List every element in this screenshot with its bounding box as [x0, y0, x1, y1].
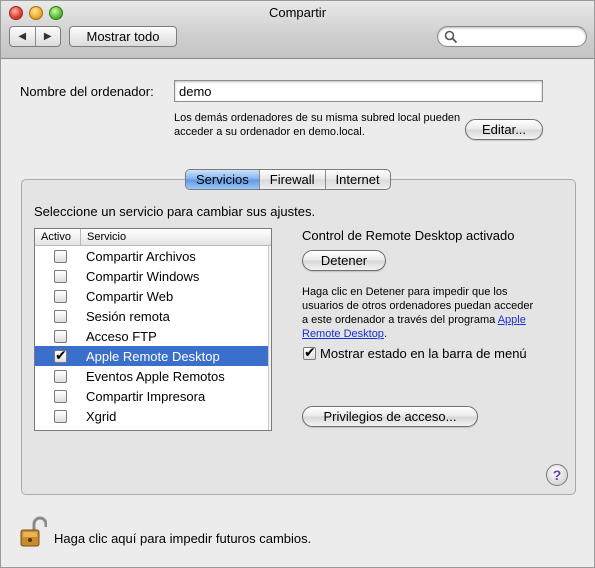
help-button[interactable]: ? — [546, 464, 568, 486]
service-name: Compartir Windows — [86, 268, 200, 284]
service-row[interactable]: Compartir Windows — [35, 266, 271, 286]
back-button[interactable]: ◀ — [10, 27, 35, 46]
sharing-window: Compartir ◀ ▶ Mostrar todo Nombre del or… — [0, 0, 595, 568]
service-row[interactable]: Compartir Web — [35, 286, 271, 306]
service-row[interactable]: Compartir Archivos — [35, 246, 271, 266]
service-row[interactable]: Sesión remota — [35, 306, 271, 326]
service-name: Sesión remota — [86, 308, 170, 324]
service-name: Xgrid — [86, 408, 117, 424]
tab-internet[interactable]: Internet — [324, 170, 390, 189]
service-checkbox[interactable] — [54, 329, 67, 343]
help-period: . — [383, 328, 387, 340]
back-forward-control: ◀ ▶ — [9, 26, 61, 47]
service-name: Compartir Impresora — [86, 388, 206, 404]
window-title: Compartir — [268, 5, 327, 20]
remote-desktop-status: Control de Remote Desktop activado — [302, 228, 515, 243]
service-row[interactable]: Compartir Impresora — [35, 386, 271, 406]
service-name: Eventos Apple Remotos — [86, 368, 225, 384]
service-name: Compartir Archivos — [86, 248, 196, 264]
service-checkbox[interactable] — [54, 269, 67, 283]
tab-firewall[interactable]: Firewall — [258, 170, 325, 189]
column-header-service[interactable]: Servicio — [81, 229, 271, 245]
remote-desktop-help: Haga clic en Detener para impedir que lo… — [302, 285, 542, 341]
service-name: Acceso FTP — [86, 328, 157, 344]
lock-open-icon[interactable] — [19, 516, 47, 550]
lock-label[interactable]: Haga clic aquí para impedir futuros camb… — [54, 531, 311, 546]
service-row[interactable]: Apple Remote Desktop — [35, 346, 268, 366]
service-checkbox[interactable] — [54, 289, 67, 303]
title-bar: Compartir ◀ ▶ Mostrar todo — [1, 1, 594, 59]
search-icon — [444, 30, 458, 44]
forward-button[interactable]: ▶ — [34, 27, 61, 46]
service-row[interactable]: Xgrid — [35, 406, 271, 426]
computer-name-help: Los demás ordenadores de su misma subred… — [174, 112, 461, 138]
instructions-text: Seleccione un servicio para cambiar sus … — [34, 204, 316, 219]
service-checkbox[interactable] — [54, 409, 67, 423]
service-checkbox[interactable] — [54, 369, 67, 383]
list-scrollbar[interactable] — [268, 246, 271, 430]
tab-servicios[interactable]: Servicios — [186, 170, 259, 189]
edit-button[interactable]: Editar... — [465, 119, 543, 140]
computer-name-label: Nombre del ordenador: — [20, 84, 154, 99]
service-row[interactable]: Acceso FTP — [35, 326, 271, 346]
service-row[interactable]: Eventos Apple Remotos — [35, 366, 271, 386]
menu-status-checkbox[interactable] — [303, 344, 316, 361]
service-checkbox[interactable] — [54, 309, 67, 323]
computer-name-field[interactable] — [174, 80, 543, 102]
stop-button[interactable]: Detener — [302, 250, 386, 271]
access-privileges-button[interactable]: Privilegios de acceso... — [302, 406, 478, 427]
menu-status-checkbox-label[interactable]: Mostrar estado en la barra de menú — [320, 346, 527, 361]
service-name: Apple Remote Desktop — [86, 348, 220, 364]
service-checkbox[interactable] — [54, 249, 67, 263]
services-rows: Compartir Archivos Compartir Windows Compa… — [35, 246, 271, 426]
service-checkbox[interactable] — [54, 347, 67, 364]
service-checkbox[interactable] — [54, 389, 67, 403]
services-list[interactable]: Activo Servicio Compartir Archivos Compar… — [34, 228, 272, 431]
search-field[interactable] — [437, 26, 587, 47]
column-header-active[interactable]: Activo — [35, 229, 81, 245]
service-name: Compartir Web — [86, 288, 174, 304]
tab-bar: Servicios Firewall Internet — [185, 169, 391, 190]
show-all-button[interactable]: Mostrar todo — [69, 26, 177, 47]
services-list-header: Activo Servicio — [35, 229, 271, 246]
